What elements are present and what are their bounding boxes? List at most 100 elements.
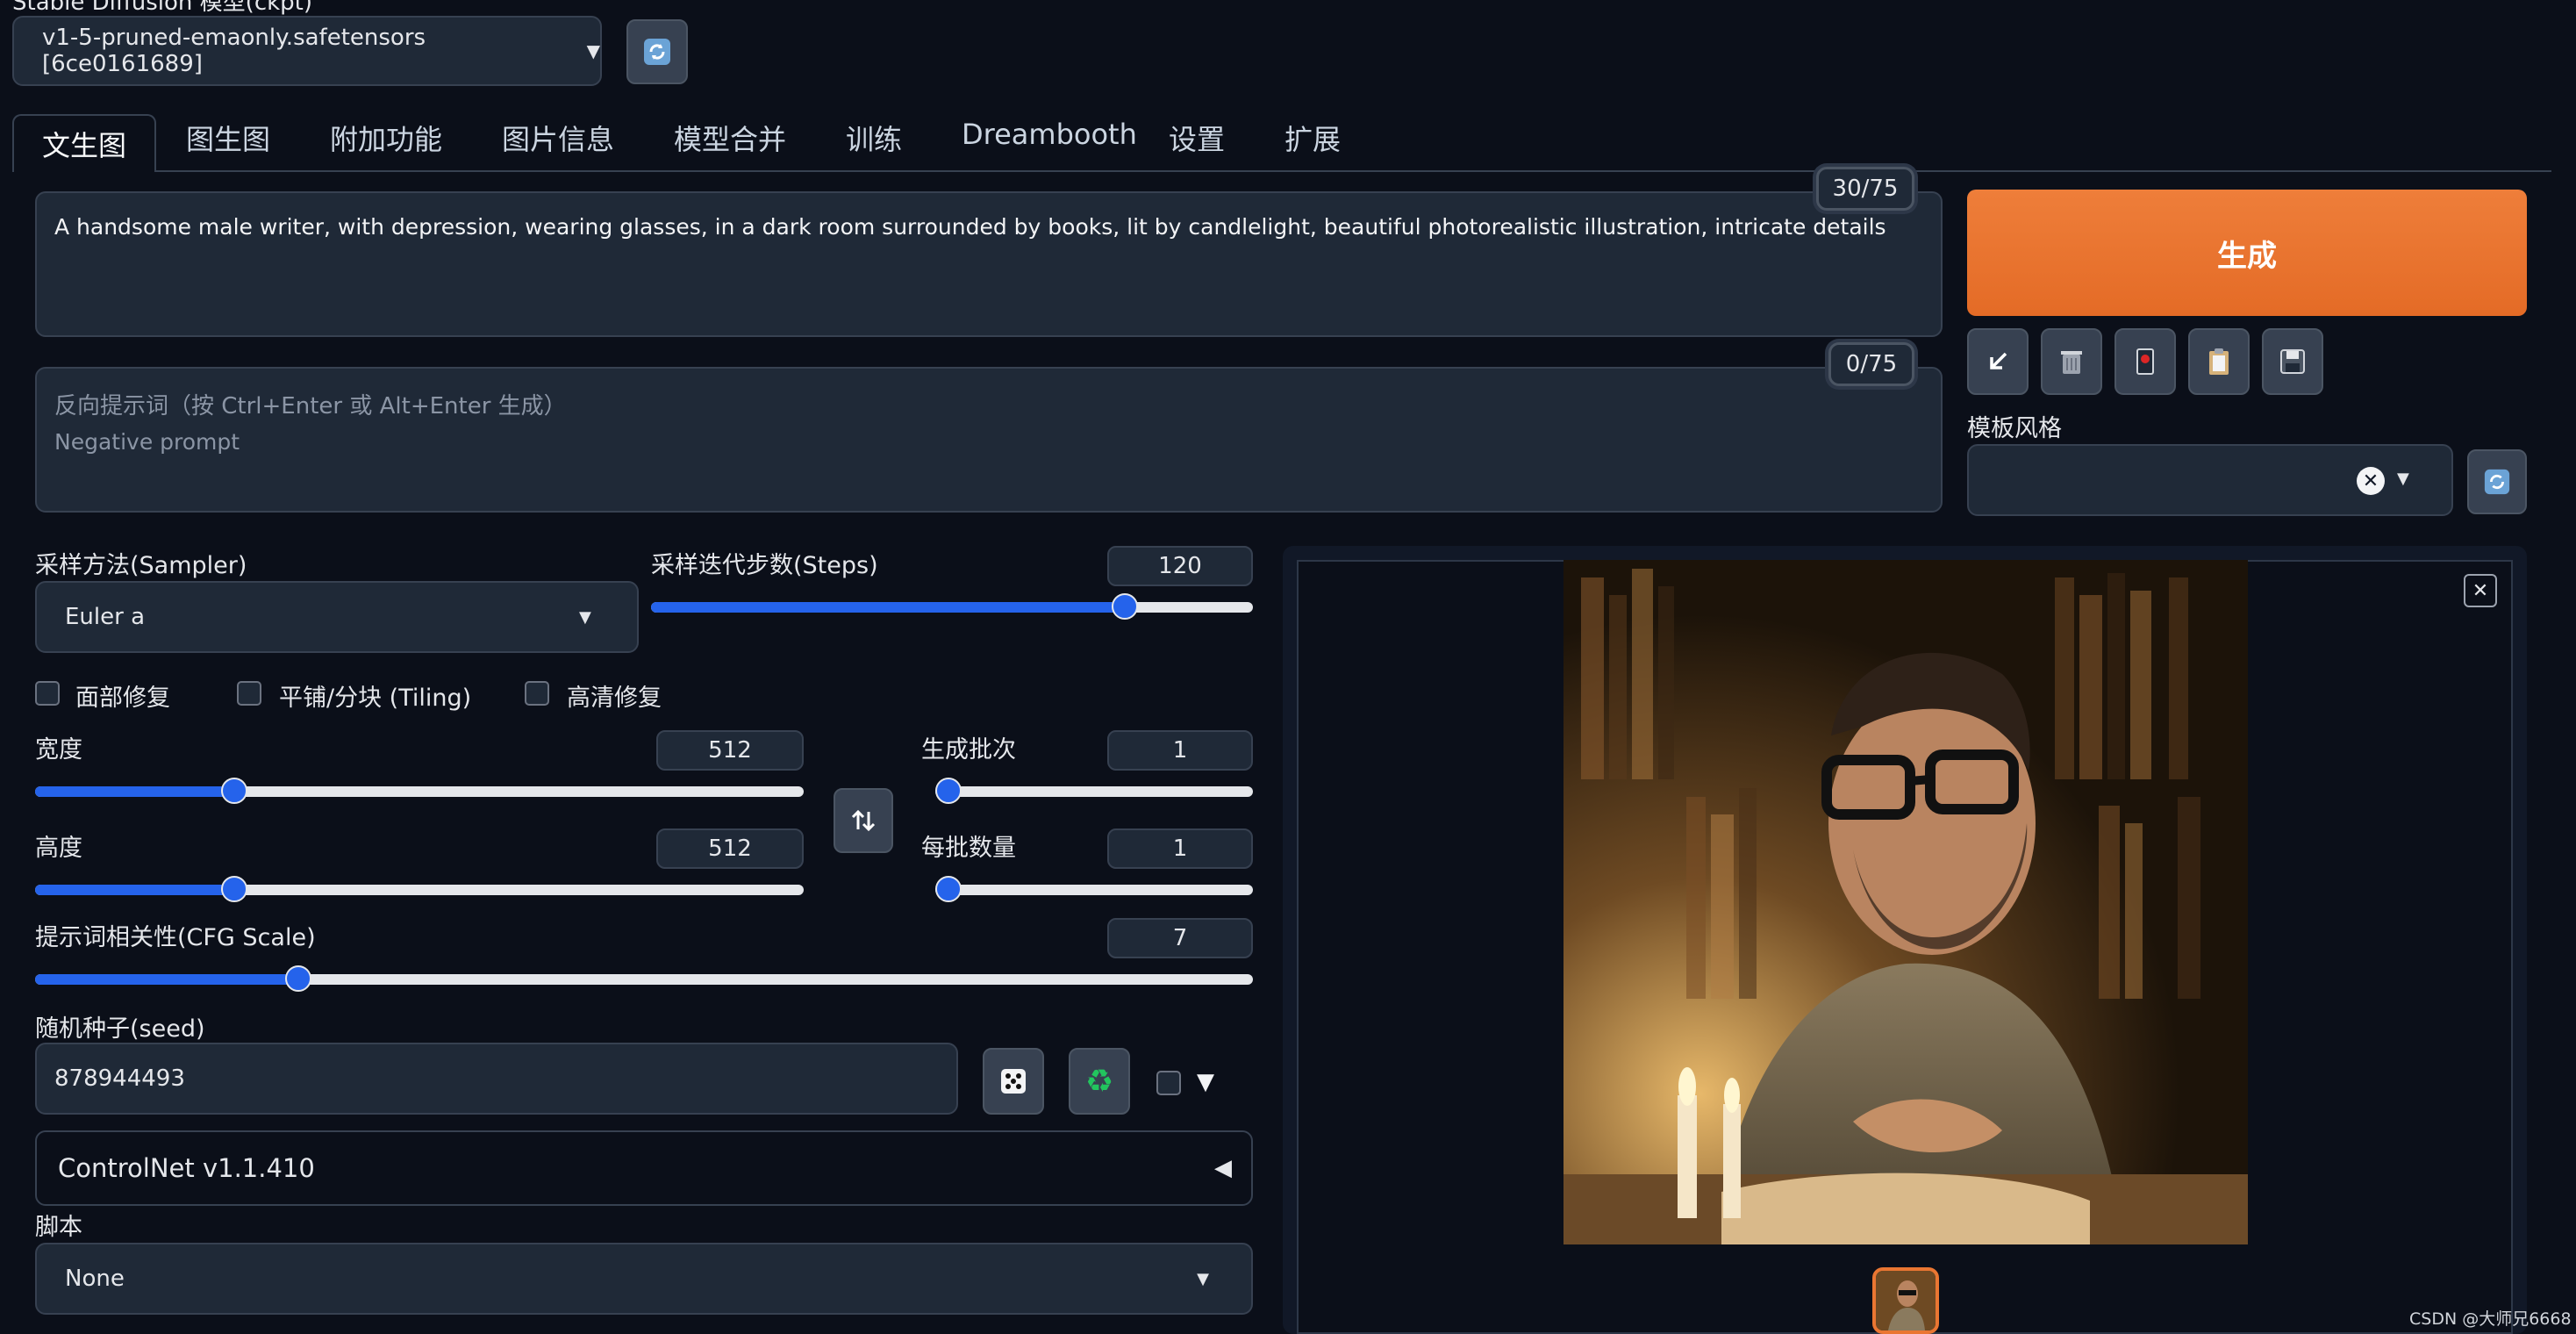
watermark: CSDN @大师兄6668	[2409, 1309, 2572, 1329]
generate-label: 生成	[2217, 238, 2277, 274]
seed-value: 878944493	[54, 1065, 185, 1092]
style-label: 模板风格	[1967, 415, 2062, 442]
cfg-scale-label: 提示词相关性(CFG Scale)	[35, 924, 316, 951]
chevron-down-icon: ▼	[2397, 470, 2409, 488]
card-icon	[2136, 348, 2154, 375]
swap-dimensions-button[interactable]	[834, 788, 893, 853]
tab-checkpoint-merger[interactable]: 模型合并	[674, 118, 786, 158]
arrow-down-left-icon	[1990, 352, 2007, 369]
prompt-input[interactable]: A handsome male writer, with depression,…	[35, 191, 1943, 337]
chevron-down-icon: ▼	[579, 607, 591, 627]
slider-handle[interactable]	[220, 778, 247, 804]
script-select[interactable]: None ▼	[35, 1243, 1253, 1315]
tab-train[interactable]: 训练	[846, 118, 902, 158]
width-slider[interactable]	[35, 778, 804, 804]
save-style-button[interactable]	[2262, 328, 2323, 395]
face-restore-label: 面部修复	[75, 685, 170, 712]
controlnet-label: ControlNet v1.1.410	[58, 1153, 315, 1183]
width-label: 宽度	[35, 736, 82, 764]
thumbnail-art	[1876, 1271, 1936, 1330]
cfg-scale-slider[interactable]	[35, 965, 1253, 992]
tiling-checkbox[interactable]	[237, 681, 261, 706]
tiling-label: 平铺/分块 (Tiling)	[279, 685, 472, 712]
refresh-icon	[644, 39, 670, 65]
model-select-value: v1-5-pruned-emaonly.safetensors [6ce0161…	[42, 25, 426, 77]
hires-fix-label: 高清修复	[567, 685, 662, 712]
swap-icon	[851, 809, 876, 832]
steps-slider[interactable]	[651, 593, 1253, 620]
controlnet-accordion[interactable]: ControlNet v1.1.410 ◀	[35, 1130, 1253, 1206]
clear-prompt-button[interactable]	[2041, 328, 2102, 395]
hires-fix-checkbox[interactable]	[525, 681, 549, 706]
height-number-input[interactable]: 512	[656, 828, 804, 869]
expand-triangle-icon[interactable]: ▼	[1197, 1069, 1214, 1095]
prompt-token-counter: 30/75	[1816, 167, 1914, 211]
height-slider[interactable]	[35, 876, 804, 902]
batch-count-number-input[interactable]: 1	[1107, 730, 1253, 771]
generated-image-art	[1563, 560, 2248, 1244]
recycle-icon: ♻	[1084, 1063, 1114, 1100]
slider-handle[interactable]	[1111, 593, 1138, 620]
batch-size-slider[interactable]	[935, 876, 1253, 902]
model-label: Stable Diffusion 模型(ckpt)	[12, 0, 313, 16]
tab-extensions[interactable]: 扩展	[1284, 118, 1341, 158]
dice-icon	[1001, 1069, 1026, 1094]
random-seed-button[interactable]	[983, 1048, 1044, 1115]
extra-networks-button[interactable]	[2114, 328, 2176, 395]
chevron-down-icon: ▼	[1197, 1269, 1209, 1288]
close-image-button[interactable]: ✕	[2464, 574, 2497, 607]
clear-icon[interactable]: ✕	[2357, 467, 2385, 495]
steps-number-input[interactable]: 120	[1107, 546, 1253, 586]
tab-bar-border	[156, 170, 2551, 172]
trash-icon	[2061, 351, 2082, 374]
height-label: 高度	[35, 835, 82, 862]
gallery-thumbnail[interactable]	[1872, 1267, 1939, 1334]
slider-handle[interactable]	[935, 778, 962, 804]
prompt-text: A handsome male writer, with depression,…	[54, 214, 1886, 240]
collapse-triangle-icon: ◀	[1214, 1155, 1232, 1181]
tab-label: 文生图	[41, 129, 126, 162]
tab-extras[interactable]: 附加功能	[330, 118, 442, 158]
floppy-disk-icon	[2280, 349, 2305, 374]
script-label: 脚本	[35, 1214, 82, 1241]
negative-placeholder-2: Negative prompt	[54, 429, 240, 455]
negative-prompt-input[interactable]: 反向提示词（按 Ctrl+Enter 或 Alt+Enter 生成） Negat…	[35, 367, 1943, 513]
sampler-label: 采样方法(Sampler)	[35, 552, 247, 579]
slider-handle[interactable]	[220, 876, 247, 902]
refresh-icon	[2484, 469, 2510, 495]
apply-style-button[interactable]	[2188, 328, 2250, 395]
extra-seed-checkbox[interactable]	[1156, 1071, 1181, 1095]
width-number-input[interactable]: 512	[656, 730, 804, 771]
sampler-value: Euler a	[65, 604, 146, 630]
batch-count-slider[interactable]	[935, 778, 1253, 804]
refresh-styles-button[interactable]	[2467, 449, 2527, 514]
close-icon: ✕	[2472, 579, 2489, 602]
model-select[interactable]: v1-5-pruned-emaonly.safetensors [6ce0161…	[12, 16, 602, 86]
tab-dreambooth[interactable]: Dreambooth	[962, 118, 1137, 151]
negative-placeholder-1: 反向提示词（按 Ctrl+Enter 或 Alt+Enter 生成）	[54, 393, 567, 420]
steps-label: 采样迭代步数(Steps)	[651, 552, 878, 579]
batch-count-label: 生成批次	[921, 736, 1016, 764]
seed-input[interactable]: 878944493	[35, 1043, 958, 1115]
generated-image[interactable]	[1563, 560, 2248, 1244]
tab-img2img[interactable]: 图生图	[186, 118, 270, 158]
batch-size-number-input[interactable]: 1	[1107, 828, 1253, 869]
negative-token-counter: 0/75	[1828, 342, 1914, 386]
batch-size-label: 每批数量	[921, 835, 1016, 862]
clipboard-icon	[2209, 348, 2229, 375]
face-restore-checkbox[interactable]	[35, 681, 60, 706]
script-value: None	[65, 1266, 125, 1292]
tab-png-info[interactable]: 图片信息	[502, 118, 614, 158]
refresh-model-button[interactable]	[626, 19, 688, 84]
style-select[interactable]: ✕ ▼	[1967, 444, 2453, 516]
cfg-scale-number-input[interactable]: 7	[1107, 918, 1253, 958]
generate-button[interactable]: 生成	[1967, 190, 2527, 316]
read-params-button[interactable]	[1967, 328, 2029, 395]
sampler-select[interactable]: Euler a ▼	[35, 581, 639, 653]
reuse-seed-button[interactable]: ♻	[1069, 1048, 1130, 1115]
tab-settings[interactable]: 设置	[1169, 118, 1225, 158]
slider-handle[interactable]	[285, 965, 312, 992]
seed-label: 随机种子(seed)	[35, 1015, 205, 1043]
slider-handle[interactable]	[935, 876, 962, 902]
tab-txt2img[interactable]: 文生图	[12, 114, 156, 172]
